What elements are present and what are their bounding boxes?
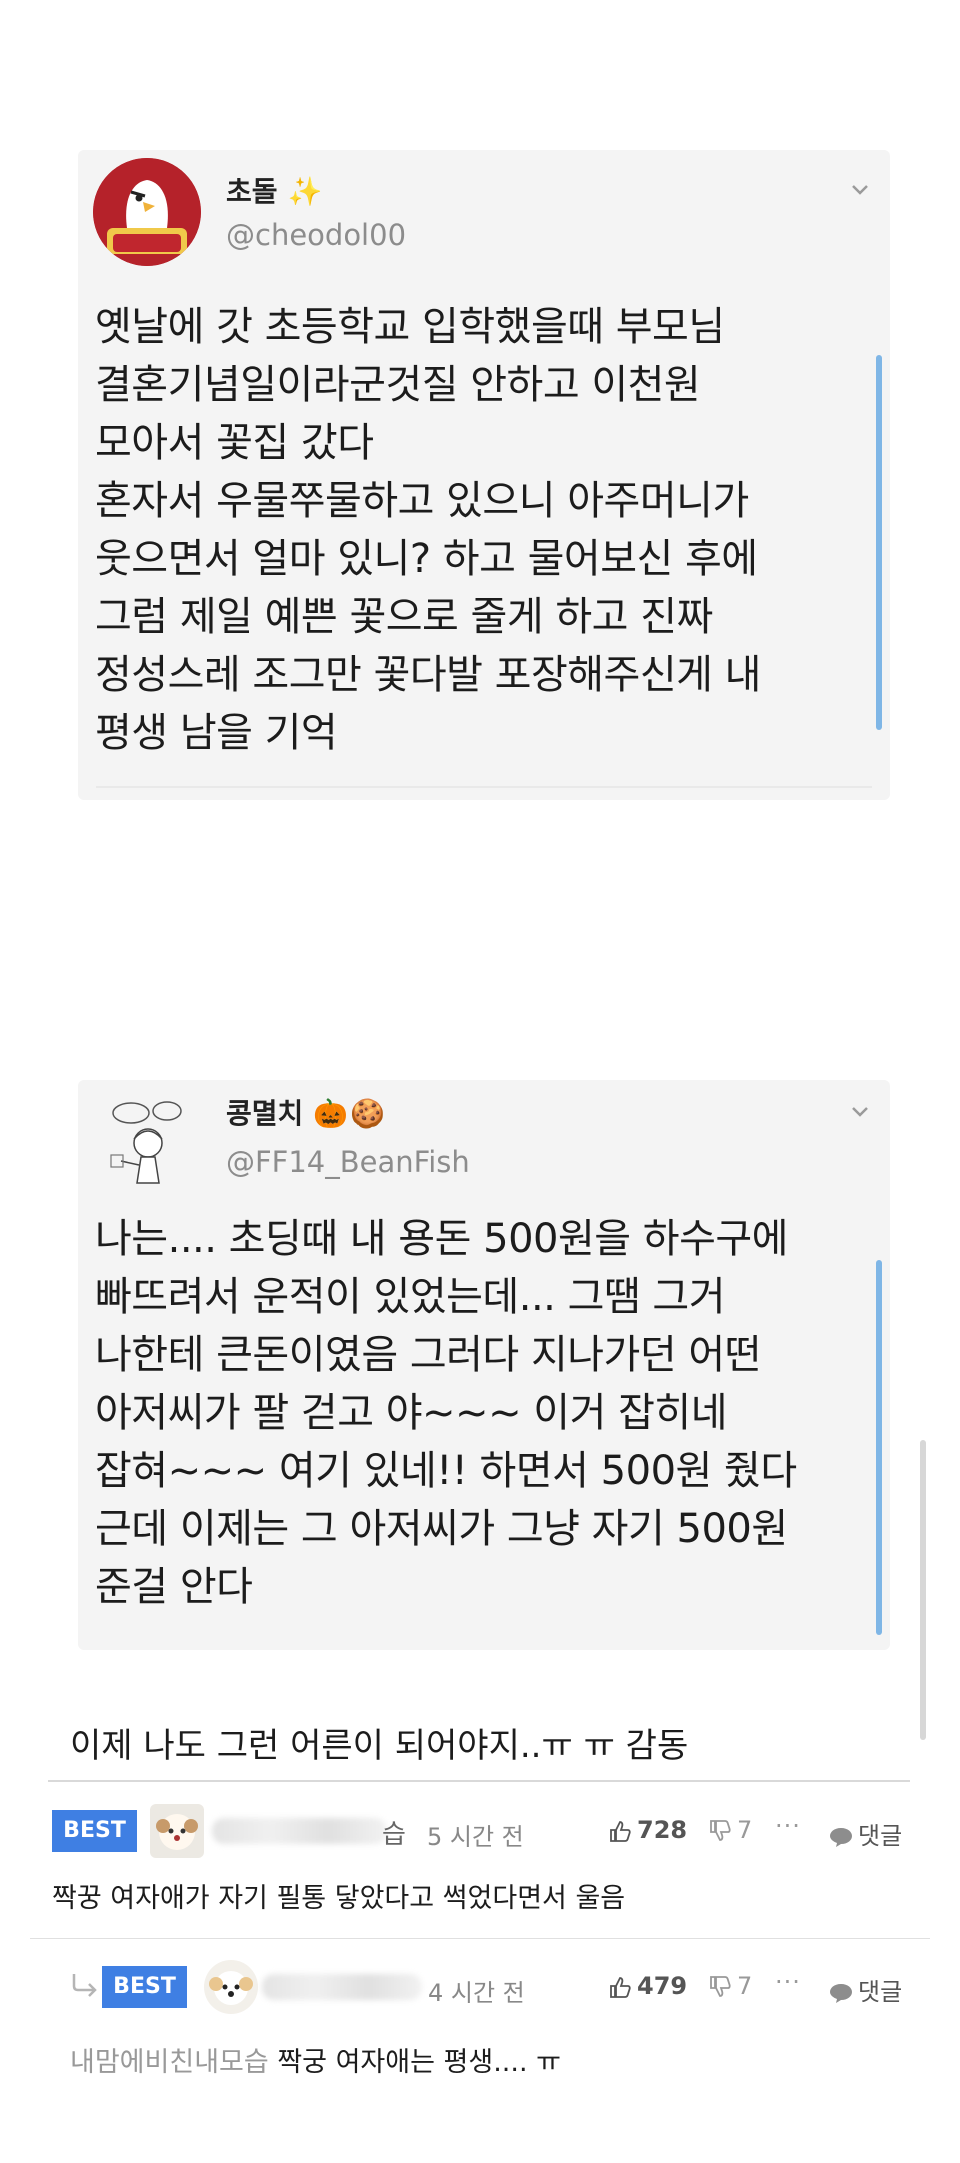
comment-time: 4 시간 전 xyxy=(428,1979,525,2007)
dislike-count: 7 xyxy=(737,1972,753,2000)
eagle-mascot-icon xyxy=(93,158,201,266)
sparkle-icon: ✨ xyxy=(287,175,323,208)
dislike-count: 7 xyxy=(737,1816,753,1844)
divider xyxy=(96,786,872,788)
speech-bubble-icon xyxy=(830,1828,852,1847)
user-handle[interactable]: @cheodol00 xyxy=(226,218,406,252)
dislike-button[interactable]: 7 xyxy=(707,1816,752,1844)
reply-label: 댓글 xyxy=(858,1822,903,1850)
user-handle[interactable]: @FF14_BeanFish xyxy=(226,1145,470,1179)
pumpkin-icon: 🎃 xyxy=(313,1097,349,1130)
best-badge: BEST xyxy=(52,1810,137,1852)
like-button[interactable]: 728 xyxy=(607,1816,687,1844)
comment-time: 5 시간 전 xyxy=(427,1823,524,1851)
scroll-indicator xyxy=(876,1260,882,1635)
thumbs-down-icon xyxy=(710,1820,731,1841)
tweet-card-cheodol: 초돌 ✨ @cheodol00 옛날에 갓 초등학교 입학했을때 부모님 결혼기념… xyxy=(78,150,890,800)
avatar[interactable] xyxy=(93,158,201,266)
tweet-card-beanfish: 콩멸치 🎃🍪 @FF14_BeanFish 나는.... 초딩때 내 용돈 500… xyxy=(78,1080,890,1650)
display-name-text: 초돌 xyxy=(226,175,278,208)
more-button[interactable]: ··· xyxy=(775,1968,801,1996)
avatar[interactable] xyxy=(150,1804,204,1858)
thumbs-up-icon xyxy=(610,1977,631,1998)
blurred-username xyxy=(212,1818,387,1844)
page-scrollbar[interactable] xyxy=(920,1440,926,1740)
reply-button[interactable]: 댓글 xyxy=(828,1816,902,1851)
reply-button[interactable]: 댓글 xyxy=(828,1972,902,2007)
comment-text: 짝꿍 여자애가 자기 필통 닿았다고 썩었다면서 울음 xyxy=(52,1883,626,1914)
chevron-down-icon[interactable] xyxy=(845,175,875,205)
avatar[interactable] xyxy=(103,1095,193,1195)
like-button[interactable]: 479 xyxy=(607,1972,687,2000)
display-name-text: 콩멸치 xyxy=(226,1097,304,1130)
thumbs-up-icon xyxy=(610,1821,631,1842)
divider xyxy=(48,1780,910,1782)
display-name[interactable]: 초돌 ✨ xyxy=(226,170,322,210)
post-caption: 이제 나도 그런 어른이 되어야지..ㅠ ㅠ 감동 xyxy=(70,1726,689,1766)
cookie-icon: 🍪 xyxy=(350,1097,386,1130)
scroll-indicator xyxy=(876,355,882,730)
comment-text: 내맘에비친내모습 짝궁 여자애는 평생.... ㅠ xyxy=(70,2040,561,2079)
display-name[interactable]: 콩멸치 🎃🍪 xyxy=(226,1092,385,1132)
puppy-icon xyxy=(156,1814,198,1850)
best-badge: BEST xyxy=(102,1966,187,2008)
puppy-icon xyxy=(209,1971,253,2005)
chevron-down-icon[interactable] xyxy=(845,1097,875,1127)
like-count: 479 xyxy=(637,1972,688,2000)
reply-label: 댓글 xyxy=(858,1978,903,2006)
username-tail: 습 xyxy=(382,1820,406,1850)
comment-meta: BEST 4 시간 전 479 7 ··· 댓글 xyxy=(0,1958,960,2018)
avatar[interactable] xyxy=(204,1960,258,2014)
reply-mention[interactable]: 내맘에비친내모습 xyxy=(70,2047,269,2078)
blurred-username xyxy=(262,1974,422,2000)
comment-meta: BEST 습 5 시간 전 728 7 ··· 댓글 xyxy=(0,1802,960,1862)
like-count: 728 xyxy=(637,1816,688,1844)
tweet-text: 나는.... 초딩때 내 용돈 500원을 하수구에 빠뜨려서 운적이 있었는데… xyxy=(95,1216,797,1610)
doodle-character-icon xyxy=(110,1101,182,1184)
speech-bubble-icon xyxy=(830,1984,852,2003)
comment-text-body: 짝궁 여자애는 평생.... ㅠ xyxy=(268,2047,561,2078)
tweet-text: 옛날에 갓 초등학교 입학했을때 부모님 결혼기념일이라군것질 안하고 이천원 … xyxy=(95,304,761,756)
thumbs-down-icon xyxy=(710,1976,731,1997)
more-button[interactable]: ··· xyxy=(775,1812,801,1840)
divider xyxy=(30,1938,930,1939)
dislike-button[interactable]: 7 xyxy=(707,1972,752,2000)
